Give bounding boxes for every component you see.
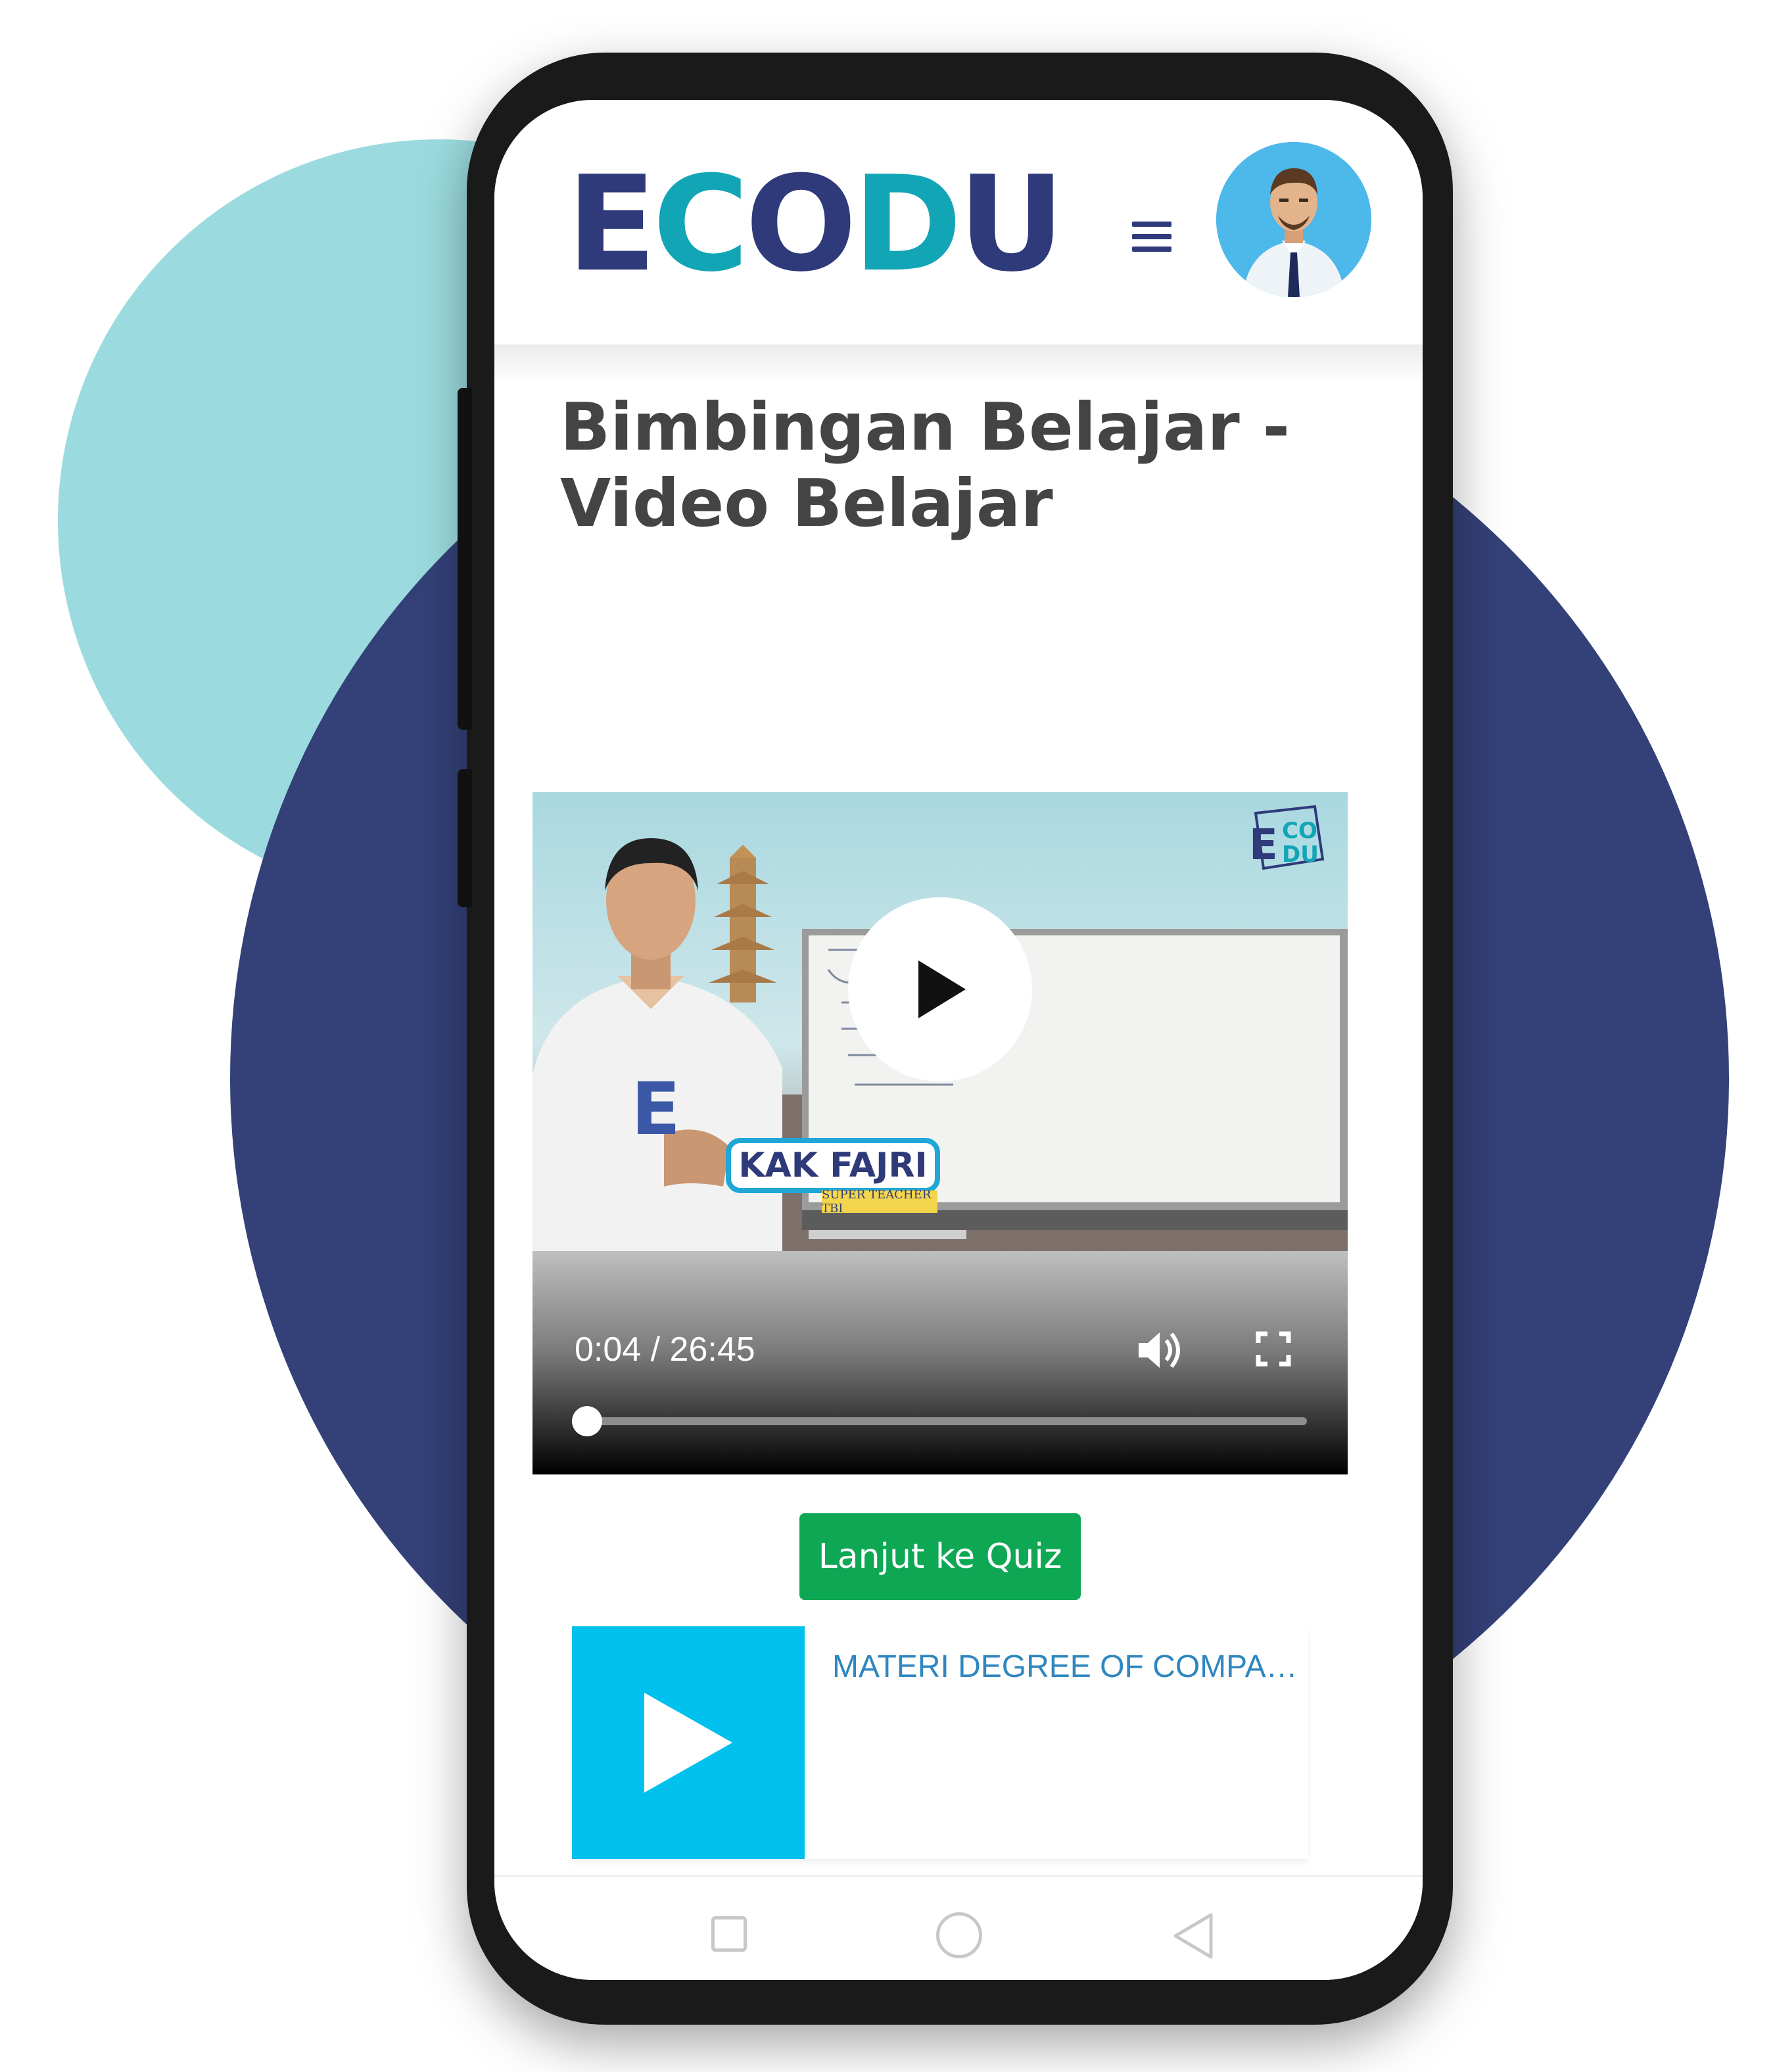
fullscreen-icon[interactable] (1256, 1331, 1291, 1367)
progress-track[interactable] (585, 1417, 1307, 1425)
header-divider (494, 344, 1423, 384)
logo-letter-e: E (567, 148, 657, 301)
logo-letter-u: U (958, 148, 1064, 301)
logo-letter-c: C (652, 148, 749, 301)
home-icon[interactable] (936, 1912, 982, 1958)
play-icon[interactable] (572, 1626, 805, 1859)
phone-side-button-upper (458, 388, 472, 730)
play-icon[interactable] (848, 897, 1032, 1081)
video-controls: 0:04 / 26:45 (532, 1251, 1348, 1474)
page-title-line-1: Bimbingan Belajar - (560, 388, 1290, 465)
logo-letter-o: O (745, 148, 857, 301)
presenter-name-badge: KAK FAJRI (738, 1146, 928, 1185)
svg-text:DU: DU (1282, 841, 1319, 868)
presenter-tag: SUPER TEACHER TBI (822, 1188, 932, 1215)
continue-to-quiz-button[interactable]: Lanjut ke Quiz (799, 1513, 1081, 1600)
page-title-line-2: Video Belajar (560, 465, 1053, 542)
hamburger-icon[interactable] (1132, 222, 1172, 252)
list-item-title[interactable]: MATERI DEGREE OF COMPA… (832, 1649, 1298, 1685)
recent-apps-icon[interactable] (711, 1916, 747, 1952)
video-time: 0:04 / 26:45 (575, 1330, 755, 1369)
shirt-logo: E (631, 1067, 680, 1151)
user-avatar[interactable] (1216, 142, 1371, 297)
phone-side-button-lower (458, 769, 472, 907)
ecodu-logo[interactable]: ECODU (567, 148, 1065, 301)
logo-letter-d: D (853, 148, 962, 301)
volume-icon[interactable] (1136, 1327, 1185, 1373)
back-icon[interactable] (1172, 1912, 1215, 1960)
page-title: Bimbingan Belajar - Video Belajar (560, 389, 1349, 542)
progress-thumb[interactable] (571, 1406, 602, 1436)
app-header: ECODU (494, 100, 1423, 350)
list-item[interactable]: MATERI DEGREE OF COMPA… (572, 1626, 1308, 1859)
svg-text:CO: CO (1282, 818, 1317, 844)
system-nav-bar (494, 1875, 1423, 1980)
svg-text:E: E (1249, 821, 1278, 870)
video-player[interactable]: E E CO DU KAK FAJRI SUPER TEACHER TBI 0:… (532, 792, 1348, 1474)
phone-screen: ECODU Bimbingan Belajar - Video Belajar (494, 100, 1423, 1980)
